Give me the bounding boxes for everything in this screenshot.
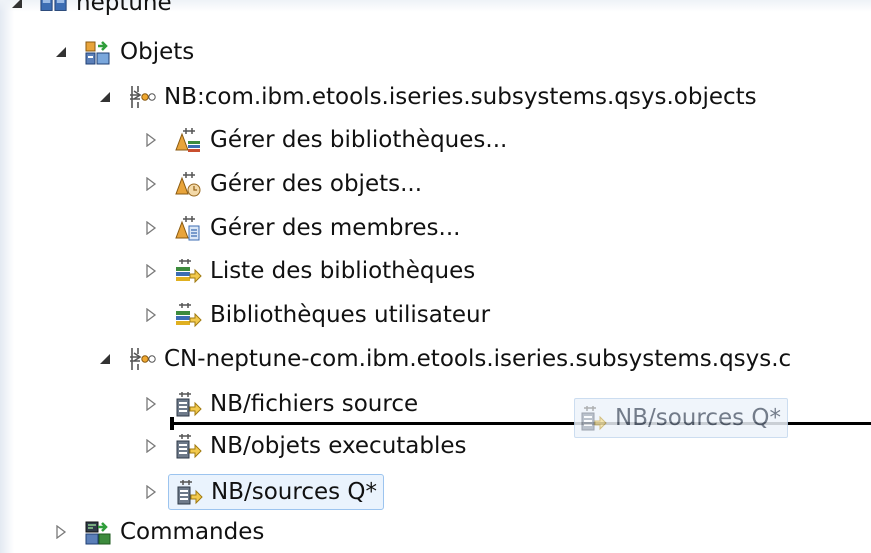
view-left-shadow [0,0,14,553]
tree-node-label: Commandes [120,519,265,545]
tree-node-label: Gérer des bibliothèques... [210,127,508,153]
tree-node-user-libraries[interactable]: Bibliothèques utilisateur [140,295,490,335]
manage-members-icon [174,214,202,242]
tree-node-label: Gérer des membres... [210,215,461,241]
tree-node-label: NB/objets executables [210,433,467,459]
tree-node-label: NB/fichiers source [210,391,419,417]
tree-node-executable-objects[interactable]: NB/objets executables [140,426,467,466]
tree-node-source-files[interactable]: NB/fichiers source [140,384,418,424]
commands-subsystem-icon [84,518,112,546]
tree-node-label: Liste des bibliothèques [210,258,476,284]
expanded-twisty-icon[interactable] [50,41,72,63]
tree-node-filter-pool-cn[interactable]: CN-neptune-com.ibm.etools.iseries.subsys… [94,339,791,379]
tree-node-library-list[interactable]: Liste des bibliothèques [140,251,475,291]
tree-node-manage-members[interactable]: Gérer des membres... [140,208,460,248]
source-filter-icon [174,390,202,418]
drop-insertion-marker [170,417,174,430]
tree-node-label: Bibliothèques utilisateur [210,302,491,328]
collapsed-twisty-icon[interactable] [140,129,162,151]
tree-node-root[interactable]: neptune [6,0,172,23]
drag-feedback-item: NB/sources Q* [574,398,789,438]
collapsed-twisty-icon[interactable] [50,521,72,543]
source-filter-icon [579,404,607,432]
filter-pool-icon [128,83,156,111]
collapsed-twisty-icon[interactable] [140,393,162,415]
tree-node-label: neptune [76,0,172,16]
user-libraries-filter-icon [174,301,202,329]
tree-node-sources-q[interactable]: NB/sources Q* [140,472,385,512]
tree-node-label: CN-neptune-com.ibm.etools.iseries.subsys… [164,346,792,372]
tree-node-manage-objects[interactable]: Gérer des objets... [140,164,422,204]
filter-pool-icon [128,345,156,373]
tree-node-label: Objets [120,39,195,65]
tree-node-manage-libraries[interactable]: Gérer des bibliothèques... [140,120,507,160]
tree-node-commands[interactable]: Commandes [50,512,264,552]
source-filter-icon [175,478,203,506]
tree-node-selection: NB/sources Q* [168,474,385,510]
collapsed-twisty-icon[interactable] [140,481,162,503]
collapsed-twisty-icon[interactable] [140,217,162,239]
objects-subsystem-icon [84,38,112,66]
tree-node-label: Gérer des objets... [210,171,423,197]
tree-node-label: NB:com.ibm.etools.iseries.subsystems.qsy… [164,84,757,110]
expanded-twisty-icon[interactable] [94,86,116,108]
collapsed-twisty-icon[interactable] [140,304,162,326]
collapsed-twisty-icon[interactable] [140,173,162,195]
manage-objects-icon [174,170,202,198]
system-connection-icon [40,0,68,17]
manage-libraries-icon [174,126,202,154]
expanded-twisty-icon[interactable] [6,0,28,14]
drag-feedback-label: NB/sources Q* [615,405,782,431]
tree-node-filter-pool-nb[interactable]: NB:com.ibm.etools.iseries.subsystems.qsy… [94,77,757,117]
tree-node-objects[interactable]: Objets [50,32,194,72]
collapsed-twisty-icon[interactable] [140,435,162,457]
collapsed-twisty-icon[interactable] [140,260,162,282]
library-list-filter-icon [174,257,202,285]
expanded-twisty-icon[interactable] [94,348,116,370]
object-filter-icon [174,432,202,460]
tree-node-label: NB/sources Q* [211,479,378,505]
